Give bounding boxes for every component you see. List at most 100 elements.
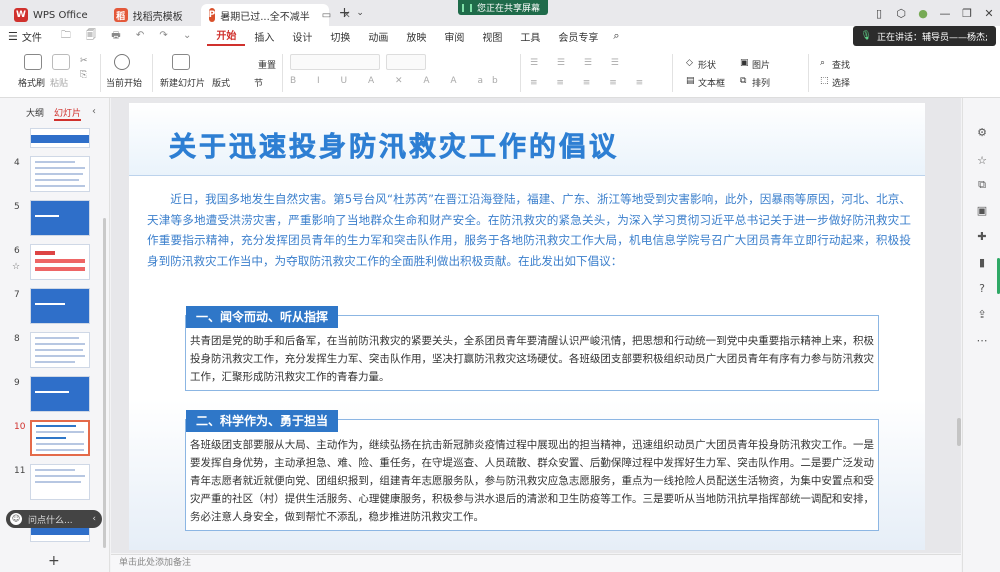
tab-label: 暑期已过...全不减半 xyxy=(220,11,310,23)
picture-button[interactable]: 图片 xyxy=(752,58,770,71)
tab-label: WPS Office xyxy=(33,9,88,21)
tab-presentation[interactable]: P 暑期已过...全不减半 ▭ ✕ xyxy=(200,4,351,26)
slide-title[interactable]: 关于迅速投身防汛救灾工作的倡议 xyxy=(169,125,619,164)
hamburger-icon[interactable]: ☰ xyxy=(8,30,18,43)
tab-outline[interactable]: 大纲 xyxy=(26,106,44,121)
section-button[interactable]: 节 xyxy=(254,76,263,89)
star-icon[interactable]: ☆ xyxy=(975,154,989,168)
menu-review[interactable]: 审阅 xyxy=(435,29,473,44)
tab-docer[interactable]: 稻 找稻壳模板 xyxy=(106,4,191,26)
reset-button[interactable]: 重置 xyxy=(258,58,276,71)
cut-copy-icons[interactable]: ✂ ⎘ xyxy=(80,54,88,82)
share-banner-text: 您正在共享屏幕 xyxy=(477,4,541,14)
font-style-buttons[interactable]: B I U A ✕ A A ab xyxy=(290,76,507,86)
format-painter-icon[interactable] xyxy=(24,54,42,70)
ai-chat-input[interactable]: ☺ 问点什么... ‹ xyxy=(6,510,102,528)
chevron-down-icon[interactable]: ⌄ xyxy=(356,8,364,18)
slide-thumbnail[interactable]: 11 xyxy=(0,464,104,504)
help-icon[interactable]: ? xyxy=(975,282,989,296)
divider xyxy=(808,54,809,92)
menu-transition[interactable]: 切换 xyxy=(321,29,359,44)
menu-member[interactable]: 会员专享 xyxy=(549,29,607,44)
menu-slideshow[interactable]: 放映 xyxy=(397,29,435,44)
new-slide-icon[interactable] xyxy=(172,54,190,70)
menu-file[interactable]: 文件 xyxy=(18,29,51,44)
new-tab-button[interactable]: + xyxy=(339,5,351,21)
slide-thumbnail[interactable]: 7 xyxy=(0,288,104,328)
copy-icon[interactable]: ⧉ xyxy=(975,178,989,192)
thumbnail xyxy=(30,376,90,412)
format-painter-button[interactable]: 格式刷 xyxy=(18,76,45,89)
slide-thumbnail[interactable]: 6 ☆ xyxy=(0,244,104,284)
slide-number: 4 xyxy=(14,158,20,168)
slide-number: 6 xyxy=(14,246,20,256)
share-icon[interactable]: ⇪ xyxy=(975,308,989,322)
speaking-indicator: 🎙 正在讲话： 辅导员——杨杰; xyxy=(852,26,996,46)
find-icon[interactable]: ⌕ xyxy=(820,58,825,68)
menu-insert[interactable]: 插入 xyxy=(245,29,283,44)
sidebar-scrollbar[interactable] xyxy=(103,218,106,548)
paragraph-buttons[interactable]: ☰ ☰ ☰ ☰ xyxy=(530,58,627,68)
wps-icon: W xyxy=(14,8,28,22)
tab-slides[interactable]: 幻灯片 xyxy=(54,106,82,121)
textbox-icon[interactable]: ▤ xyxy=(686,76,695,86)
chevron-left-icon[interactable]: ‹ xyxy=(92,514,96,524)
slide-number: 10 xyxy=(14,422,26,432)
paste-button[interactable]: 粘贴 xyxy=(50,76,68,89)
arrange-button[interactable]: 排列 xyxy=(752,76,770,89)
notes-field[interactable]: 单击此处添加备注 xyxy=(111,554,961,572)
star-icon[interactable]: ☆ xyxy=(12,262,20,272)
book-icon[interactable]: ▮ xyxy=(975,256,989,270)
sliders-icon[interactable]: ⚙ xyxy=(975,126,989,140)
menu-home[interactable]: 开始 xyxy=(207,27,246,46)
minimize-button[interactable]: — xyxy=(934,7,956,20)
play-icon[interactable] xyxy=(114,54,130,70)
menu-design[interactable]: 设计 xyxy=(283,29,321,44)
find-button[interactable]: 查找 xyxy=(832,58,850,71)
menu-tools[interactable]: 工具 xyxy=(511,29,549,44)
slide-thumbnail[interactable]: 4 xyxy=(0,156,104,196)
cube-icon[interactable]: ⬡ xyxy=(890,7,912,20)
slide-thumbnail[interactable]: 8 xyxy=(0,332,104,372)
more-icon[interactable]: ⋯ xyxy=(975,334,989,348)
layout-button[interactable]: 版式 xyxy=(212,76,230,89)
right-toolbar: ⚙ ☆ ⧉ ▣ ✚ ▮ ? ⇪ ⋯ xyxy=(962,98,1000,572)
arrange-icon[interactable]: ⧉ xyxy=(740,76,746,86)
slide-canvas[interactable]: 关于迅速投身防汛救灾工作的倡议 近日，我国多地发生自然灾害。第5号台风“杜苏芮”… xyxy=(111,98,961,553)
play-from-current-button[interactable]: 当前开始 xyxy=(106,76,142,89)
menu-animation[interactable]: 动画 xyxy=(359,29,397,44)
tools-icon[interactable]: ✚ xyxy=(975,230,989,244)
close-button[interactable]: ✕ xyxy=(978,7,1000,20)
canvas-scrollbar[interactable] xyxy=(957,418,961,446)
image-icon[interactable]: ▣ xyxy=(975,204,989,218)
restore-button[interactable]: ❐ xyxy=(956,7,978,20)
current-slide[interactable]: 关于迅速投身防汛救灾工作的倡议 近日，我国多地发生自然灾害。第5号台风“杜苏芮”… xyxy=(129,103,925,550)
tab-wps-office[interactable]: W WPS Office xyxy=(6,4,96,26)
search-icon[interactable]: ⌕ xyxy=(613,29,619,43)
section-box-2[interactable]: 二、科学作为、勇于担当 各班级团支部要服从大局、主动作为，继续弘扬在抗击新冠肺炎… xyxy=(185,410,879,531)
new-slide-button[interactable]: 新建幻灯片 xyxy=(160,76,205,89)
slide-thumbnail[interactable]: 9 xyxy=(0,376,104,416)
collapse-icon[interactable]: ‹ xyxy=(92,106,96,117)
shape-button[interactable]: 形状 xyxy=(698,58,716,71)
avatar[interactable]: ● xyxy=(912,7,934,20)
font-family-select[interactable] xyxy=(290,54,380,70)
align-buttons[interactable]: ≡ ≡ ≡ ≡ ≡ xyxy=(530,78,651,88)
intro-paragraph[interactable]: 近日，我国多地发生自然灾害。第5号台风“杜苏芮”在晋江沿海登陆，福建、广东、浙江… xyxy=(147,189,911,271)
picture-icon[interactable]: ▣ xyxy=(740,58,749,68)
thumbnail xyxy=(30,244,90,280)
textbox-button[interactable]: 文本框 xyxy=(698,76,725,89)
paste-icon[interactable] xyxy=(52,54,70,70)
select-icon[interactable]: ⬚ xyxy=(820,76,829,86)
select-button[interactable]: 选择 xyxy=(832,76,850,89)
slide-thumbnail[interactable]: 5 xyxy=(0,200,104,240)
shape-icon[interactable]: ◇ xyxy=(686,58,693,68)
add-slide-button[interactable]: + xyxy=(48,553,60,569)
menu-view[interactable]: 视图 xyxy=(473,29,511,44)
font-size-select[interactable] xyxy=(386,54,426,70)
slide-thumbnail-selected[interactable]: 10 xyxy=(0,420,104,460)
speaker-name: 辅导员——杨杰; xyxy=(921,32,988,43)
section-box-1[interactable]: 一、闻令而动、听从指挥 共青团是党的助手和后备军，在当前防汛救灾的紧要关头，全系… xyxy=(185,306,879,391)
quick-access-icons[interactable]: 🗀 🗐 🖶 ↶ ↷ ⌄ xyxy=(51,28,207,45)
sidebar-toggle-icon[interactable]: ▯ xyxy=(868,7,890,20)
